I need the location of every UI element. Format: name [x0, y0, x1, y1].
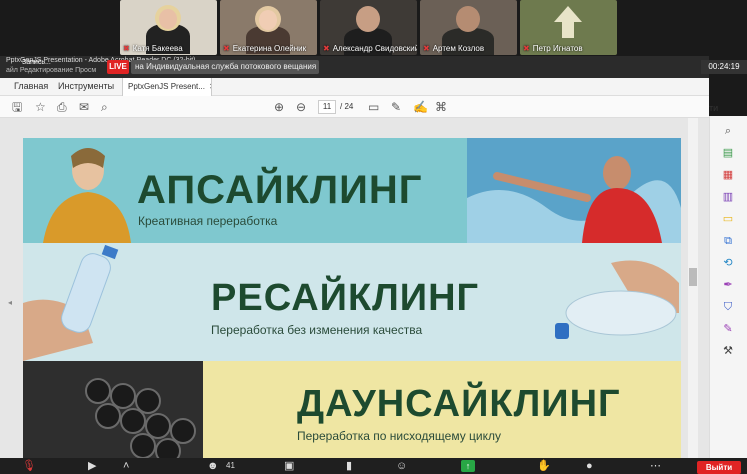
bookmark-star-icon[interactable]: ☆ [35, 100, 46, 114]
participant-name: Петр Игнатов [532, 44, 583, 53]
tab-document-label: PptxGenJS Present... [128, 82, 205, 91]
pdf-page: АПСАЙКЛИНГ Креативная переработка РЕСАЙК… [23, 138, 681, 458]
stamp-icon[interactable]: ⌘ [435, 100, 447, 114]
polls-icon[interactable]: ▮ [346, 460, 352, 472]
tab-document[interactable]: PptxGenJS Present... ✕ [122, 78, 212, 96]
participant-tile[interactable]: ✖ Александр Свидовский [320, 0, 417, 55]
raise-hand-icon[interactable]: ✋ [537, 460, 551, 472]
participant-tile[interactable]: ✖ Екатерина Олейник [220, 0, 317, 55]
video-icon[interactable]: ▶ [88, 460, 96, 472]
mic-muted-icon: ✖ [223, 44, 230, 53]
woman-photo [43, 148, 131, 243]
highlight-pen-icon[interactable]: ✎ [391, 100, 401, 114]
document-area[interactable]: ◂ АПСАЙКЛИНГ Креативная переработка РЕСА… [0, 118, 709, 458]
stream-service-dropdown[interactable]: на Индивидуальная служба потокового веща… [131, 60, 319, 74]
record-icon[interactable]: ● [586, 460, 593, 472]
window-titlebar: PptxGenJS Presentation - Adobe Acrobat R… [0, 56, 709, 78]
participants-icon[interactable]: ☻ [207, 460, 219, 472]
menu-bar: Главная Инструменты ? Войти [0, 78, 718, 115]
participant-name: Александр Свидовский [332, 44, 417, 53]
acrobat-window: PptxGenJS Presentation - Adobe Acrobat R… [0, 56, 718, 458]
draw-icon[interactable]: ✍ [413, 100, 428, 114]
slide-title-upcycling: АПСАЙКЛИНГ [137, 168, 423, 212]
avatar [554, 6, 582, 38]
slide-subtitle-recycling: Переработка без изменения качества [211, 323, 423, 337]
comment-icon[interactable]: ▭ [368, 100, 379, 114]
right-tools-panel: ⌕ ▤ ▦ ▥ ▭ ⧉ ⟲ ✒ ⛉ ✎ ⚒ [709, 116, 747, 458]
vertical-scrollbar[interactable] [688, 118, 698, 458]
swimmer-photo [467, 138, 681, 243]
slide-band-recycling: РЕСАЙКЛИНГ Переработка без изменения кач… [23, 243, 681, 361]
save-icon[interactable]: 🖫 [12, 100, 22, 114]
slide-band-upcycling: АПСАЙКЛИНГ Креативная переработка [23, 138, 681, 243]
meeting-controls-bar: 🎙 ▶ ˄ ☻ 41 ▣ ▮ ☺ ↑ ✋ ● ⋯ Выйти [0, 458, 747, 474]
mute-icon[interactable]: 🎙 [22, 460, 36, 472]
email-icon[interactable]: ✉ [79, 100, 89, 114]
page-number-input[interactable]: 11 [318, 100, 336, 114]
next-page-icon[interactable]: ⊖ [296, 100, 306, 114]
more-icon[interactable]: ⋯ [650, 460, 661, 472]
menu-home[interactable]: Главная [14, 81, 48, 91]
chevron-up-icon[interactable]: ˄ [123, 460, 129, 472]
participant-tile[interactable]: ✖ Катя Бакеева [120, 0, 217, 55]
more-tools-icon[interactable]: ⚒ [720, 344, 736, 358]
close-icon[interactable]: ✕ [209, 82, 211, 91]
participant-name: Екатерина Олейник [232, 44, 307, 53]
crushed-bottle-photo [551, 253, 679, 353]
menu-tools[interactable]: Инструменты [58, 81, 114, 91]
page-total: / 24 [340, 102, 354, 111]
zoom-icon[interactable]: ⌕ [720, 124, 736, 138]
participant-tile[interactable]: ✖ Петр Игнатов [520, 0, 617, 55]
participant-tile[interactable]: ✖ Артем Козлов [420, 0, 517, 55]
send-sign-icon[interactable]: ✎ [720, 322, 736, 336]
combine-files-icon[interactable]: ⧉ [720, 234, 736, 248]
live-badge[interactable]: LIVE [107, 60, 129, 74]
pipes-photo [23, 361, 203, 458]
share-screen-button[interactable]: ↑ [461, 460, 475, 472]
toolbar: 🖫 ☆ ⎙ ✉ ⌕ ⊕ ⊖ 11 / 24 ▭ ✎ ✍ ⌘ [0, 96, 709, 118]
edit-pdf-icon[interactable]: ▥ [720, 190, 736, 204]
scrollbar-thumb[interactable] [689, 268, 697, 286]
print-icon[interactable]: ⎙ [57, 100, 67, 114]
chat-icon[interactable]: ▣ [284, 460, 294, 472]
recording-timer: 00:24:19 [701, 60, 747, 74]
bottle-photo [23, 244, 119, 361]
participant-name: Катя Бакеева [132, 44, 183, 53]
comment-tool-icon[interactable]: ▭ [720, 212, 736, 226]
recording-indicator: Запись... [22, 59, 51, 66]
protect-icon[interactable]: ⛉ [720, 300, 736, 314]
reactions-icon[interactable]: ☺ [396, 460, 407, 472]
zoom-search-icon[interactable]: ⌕ [101, 100, 108, 114]
prev-page-icon[interactable]: ⊕ [274, 100, 284, 114]
slide-subtitle-upcycling: Креативная переработка [138, 214, 278, 228]
export-pdf-icon[interactable]: ▤ [720, 146, 736, 160]
create-pdf-icon[interactable]: ▦ [720, 168, 736, 182]
leave-button[interactable]: Выйти [697, 461, 741, 474]
fill-sign-icon[interactable]: ✒ [720, 278, 736, 292]
mic-muted-icon: ✖ [123, 44, 130, 53]
organize-pages-icon[interactable]: ⟲ [720, 256, 736, 270]
participant-count: 41 [226, 461, 235, 470]
mic-muted-icon: ✖ [423, 44, 430, 53]
mic-muted-icon: ✖ [323, 44, 330, 53]
slide-subtitle-downcycling: Переработка по нисходящему циклу [297, 429, 501, 443]
left-panel-toggle-icon[interactable]: ◂ [8, 298, 12, 307]
mic-muted-icon: ✖ [523, 44, 530, 53]
window-menu-line: айл Редактирование Просм [6, 67, 97, 74]
participant-name: Артем Козлов [432, 44, 485, 53]
slide-title-downcycling: ДАУНСАЙКЛИНГ [297, 383, 621, 425]
slide-title-recycling: РЕСАЙКЛИНГ [211, 277, 480, 319]
screen: ✖ Катя Бакеева ✖ Екатерина Олейник ✖ Алекса… [0, 0, 747, 474]
participant-strip: ✖ Катя Бакеева ✖ Екатерина Олейник ✖ Алекса… [0, 0, 747, 56]
slide-band-downcycling: ДАУНСАЙКЛИНГ Переработка по нисходящему … [23, 361, 681, 458]
